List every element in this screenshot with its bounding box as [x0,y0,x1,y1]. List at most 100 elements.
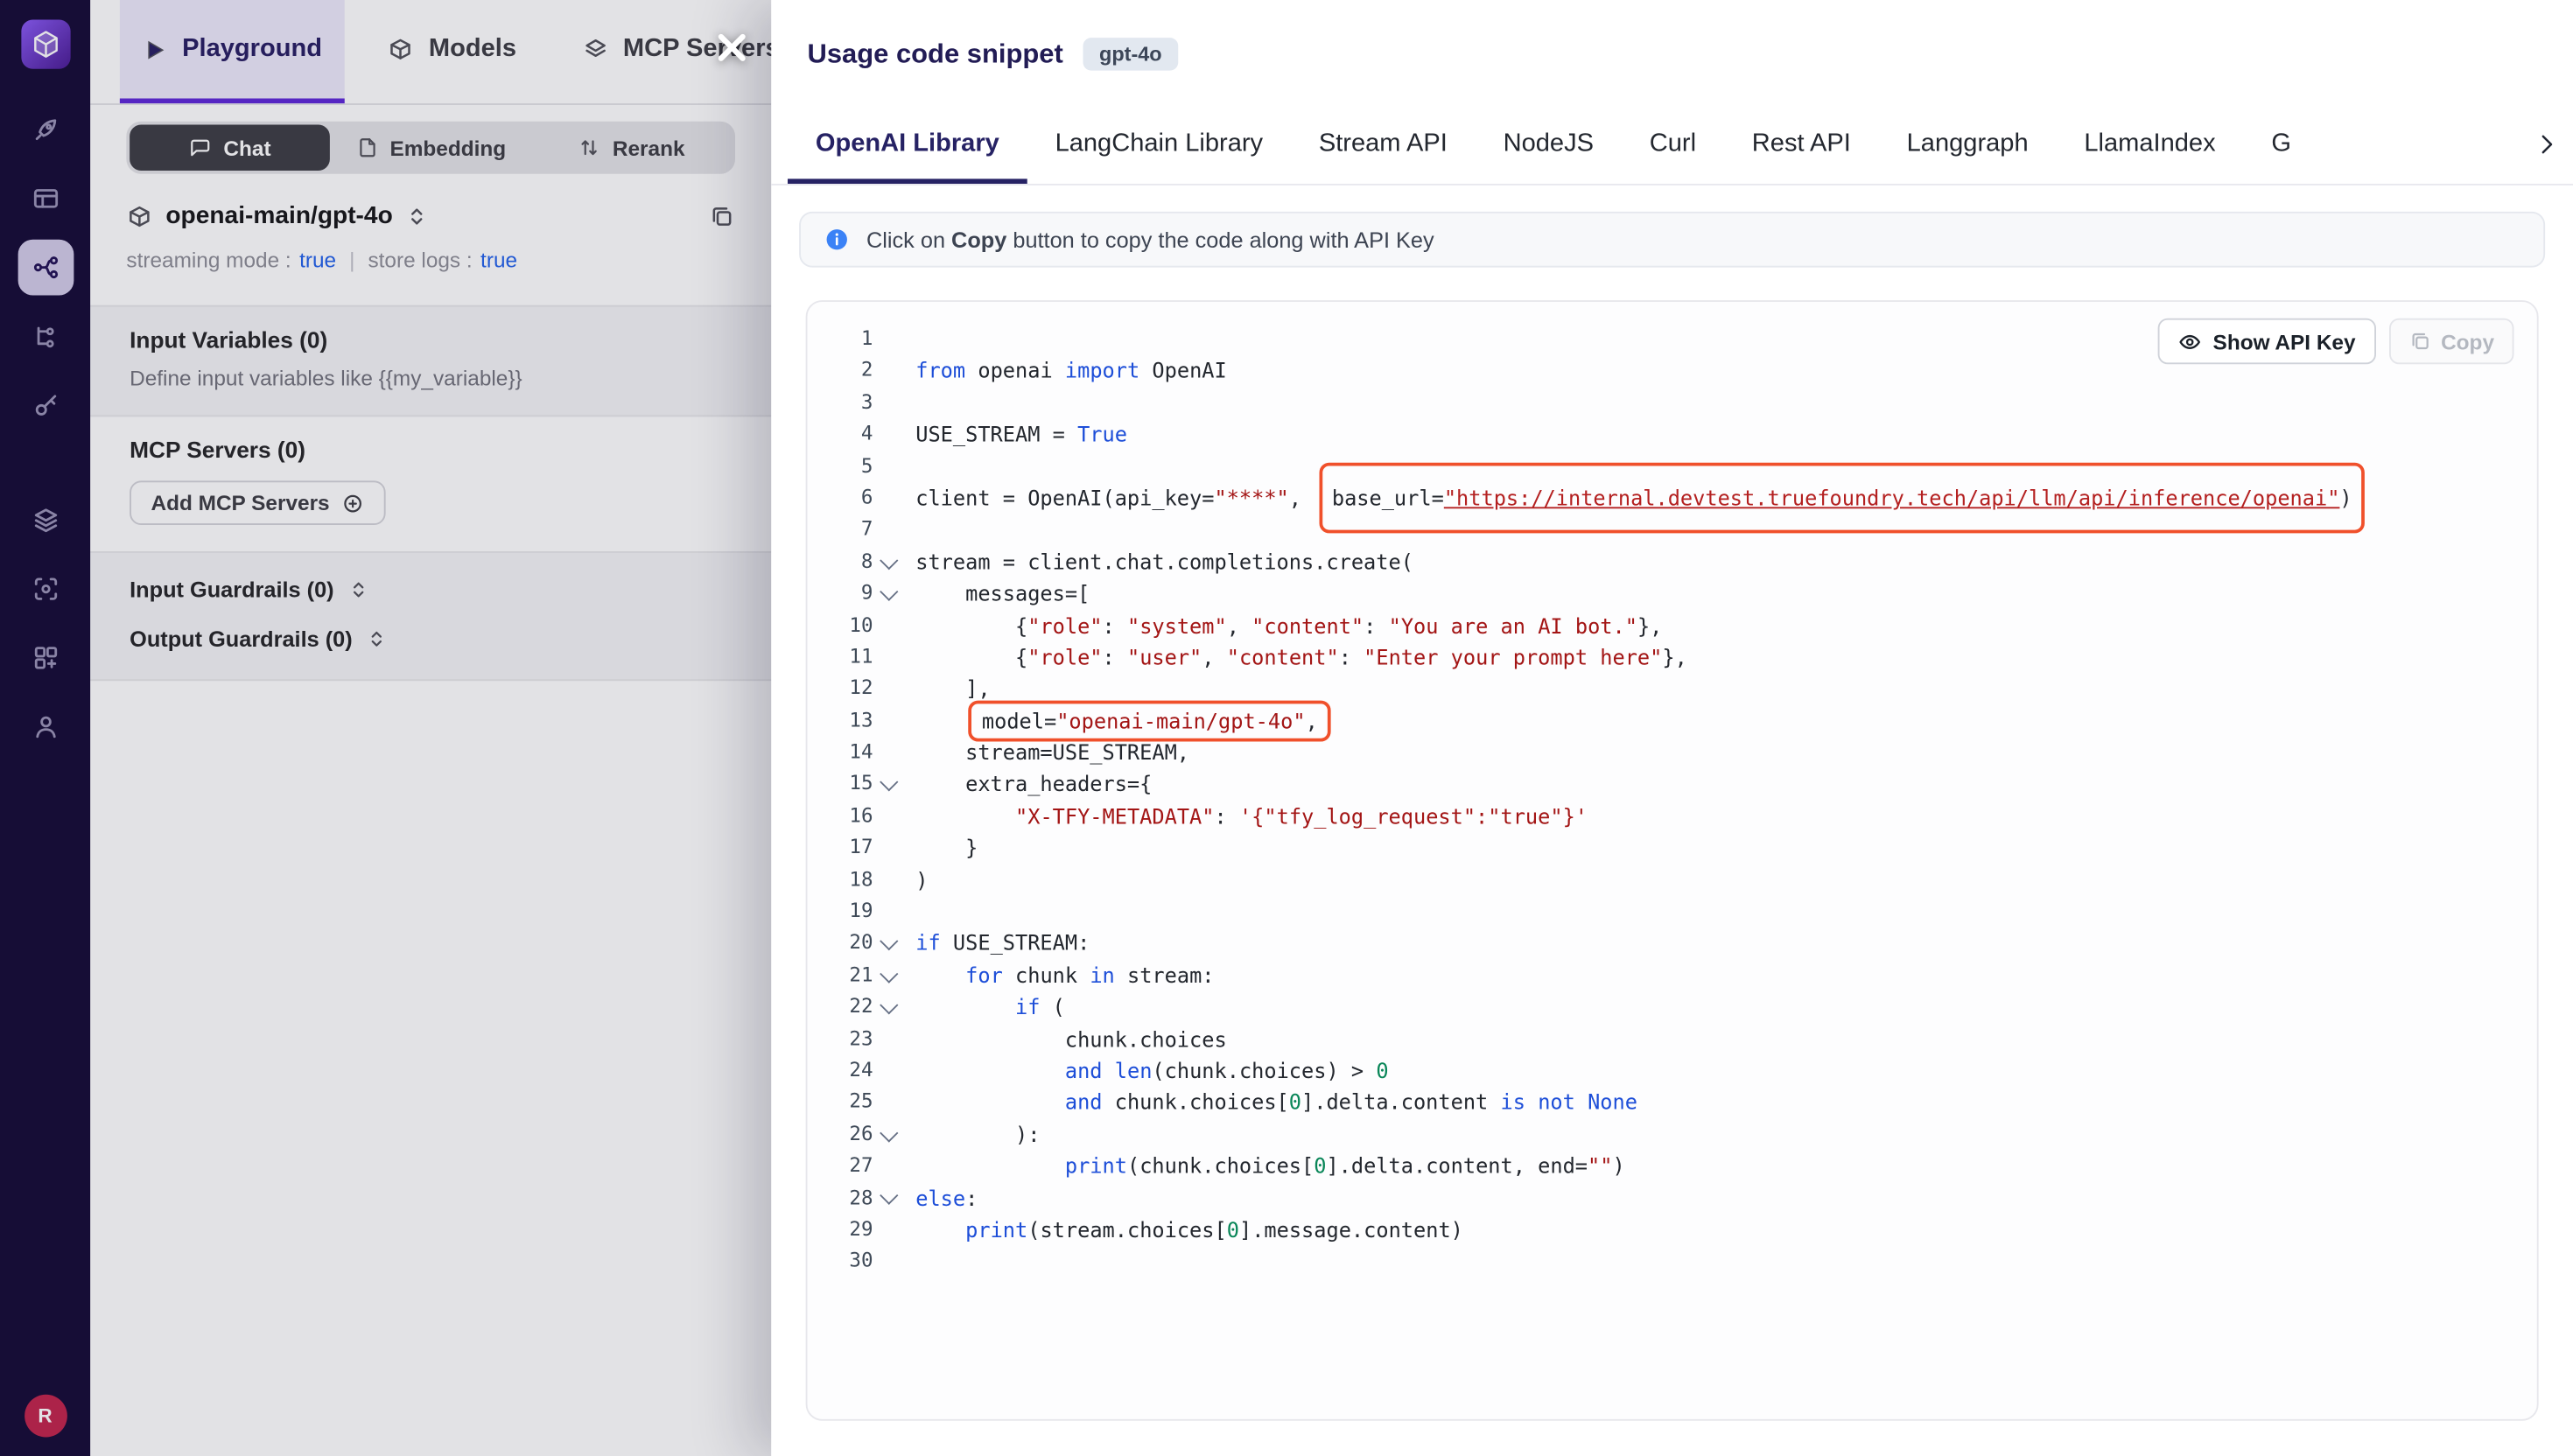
tab-label: NodeJS [1504,129,1594,158]
code-text: model="openai-main/gpt-4o", [915,705,1334,737]
code-line: 25 and chunk.choices[0].delta.content is… [824,1087,2537,1118]
code-text: "X-TFY-METADATA": '{"tfy_log_request":"t… [915,801,1588,832]
line-number: 14 [824,737,873,768]
line-number: 2 [824,355,873,387]
line-number: 20 [824,928,873,959]
copy-button[interactable]: Copy [2388,318,2513,365]
line-number: 15 [824,768,873,800]
tab-label: Rest API [1752,129,1851,158]
line-number: 12 [824,673,873,704]
line-number: 30 [824,1246,873,1278]
line-number: 23 [824,1023,873,1054]
fold-chevron-icon[interactable] [873,970,907,982]
code-text: client = OpenAI(api_key="****", base_url… [915,482,2370,514]
code-line: 18) [824,864,2537,895]
tab-rest-api[interactable]: Rest API [1724,108,1879,184]
code-language-tabs: OpenAI Library LangChain Library Stream … [771,108,2573,186]
line-number: 19 [824,896,873,928]
code-line: 9 messages=[ [824,578,2537,609]
tab-label: G [2271,129,2291,158]
copy-icon [2408,330,2431,353]
code-line: 10 {"role": "system", "content": "You ar… [824,610,2537,641]
code-text: USE_STREAM = True [915,418,1127,450]
line-number: 9 [824,578,873,609]
line-number: 16 [824,801,873,832]
code-text: and len(chunk.choices) > 0 [915,1055,1388,1087]
code-line: 19 [824,896,2537,928]
code-text: if USE_STREAM: [915,928,1090,959]
code-line: 27 print(chunk.choices[0].delta.content,… [824,1151,2537,1182]
tab-overflow[interactable]: G [2244,108,2319,184]
fold-chevron-icon[interactable] [873,1128,907,1140]
line-number: 10 [824,610,873,641]
info-banner: Click on Copy button to copy the code al… [799,212,2545,268]
code-lines: 12from openai import OpenAI34USE_STREAM … [808,302,2537,1278]
tab-openai-library[interactable]: OpenAI Library [788,108,1027,184]
eye-icon [2177,329,2201,354]
code-text: stream = client.chat.completions.create( [915,546,1413,578]
code-line: 8stream = client.chat.completions.create… [824,546,2537,578]
line-number: 17 [824,832,873,864]
code-line: 24 and len(chunk.choices) > 0 [824,1055,2537,1087]
code-text: messages=[ [915,578,1090,609]
code-text: } [915,832,978,864]
code-line: 22 if ( [824,991,2537,1023]
info-banner-text: Click on Copy button to copy the code al… [866,228,1434,252]
fold-chevron-icon[interactable] [873,556,907,568]
line-number: 13 [824,705,873,737]
tab-label: Langgraph [1907,129,2029,158]
code-text: if ( [915,991,1065,1023]
line-number: 5 [824,451,873,482]
line-number: 21 [824,960,873,991]
fold-chevron-icon[interactable] [873,1001,907,1013]
tab-label: LlamaIndex [2084,129,2215,158]
show-api-key-button[interactable]: Show API Key [2157,318,2375,365]
tab-stream-api[interactable]: Stream API [1291,108,1476,184]
fold-chevron-icon[interactable] [873,1192,907,1204]
close-icon[interactable] [704,20,760,76]
code-line: 6client = OpenAI(api_key="****", base_ur… [824,482,2537,514]
code-line: 16 "X-TFY-METADATA": '{"tfy_log_request"… [824,801,2537,832]
fold-chevron-icon[interactable] [873,587,907,599]
line-number: 29 [824,1214,873,1245]
code-text: stream=USE_STREAM, [915,737,1189,768]
tab-label: Curl [1650,129,1696,158]
model-badge: gpt-4o [1083,38,1178,71]
tab-label: LangChain Library [1055,129,1264,158]
line-number: 27 [824,1151,873,1182]
line-number: 18 [824,864,873,895]
app: R Playground Models MCP Servers Chat [0,0,2573,1456]
code-line: 30 [824,1246,2537,1278]
code-line: 26 ): [824,1118,2537,1150]
modal-title: Usage code snippet [808,38,1063,70]
modal-header: Usage code snippet gpt-4o [771,0,2573,108]
fold-chevron-icon[interactable] [873,937,907,949]
code-line: 4USE_STREAM = True [824,418,2537,450]
code-actions: Show API Key Copy [2157,318,2514,365]
fold-chevron-icon[interactable] [873,779,907,791]
info-icon [824,227,850,253]
line-number: 11 [824,641,873,673]
code-text: print(stream.choices[0].message.content) [915,1214,1463,1245]
modal-backdrop[interactable] [0,0,771,1456]
code-text: {"role": "user", "content": "Enter your … [915,641,1687,673]
tab-llamaindex[interactable]: LlamaIndex [2056,108,2243,184]
line-number: 3 [824,387,873,418]
code-block: Show API Key Copy 12from openai import O… [806,300,2539,1420]
chevron-right-icon[interactable] [2520,108,2560,179]
code-text: chunk.choices [915,1023,1226,1054]
tab-nodejs[interactable]: NodeJS [1476,108,1622,184]
code-line: 15 extra_headers={ [824,768,2537,800]
show-api-key-label: Show API Key [2213,329,2356,354]
code-text: extra_headers={ [915,768,1152,800]
tab-curl[interactable]: Curl [1622,108,1724,184]
code-line: 28else: [824,1182,2537,1214]
code-line: 21 for chunk in stream: [824,960,2537,991]
line-number: 24 [824,1055,873,1087]
code-text: ) [915,864,928,895]
code-text: else: [915,1182,978,1214]
tab-langgraph[interactable]: Langgraph [1879,108,2057,184]
code-line: 13 model="openai-main/gpt-4o", [824,705,2537,737]
tab-langchain-library[interactable]: LangChain Library [1027,108,1291,184]
highlight-box: base_url="https://internal.devtest.truef… [1319,463,2366,534]
